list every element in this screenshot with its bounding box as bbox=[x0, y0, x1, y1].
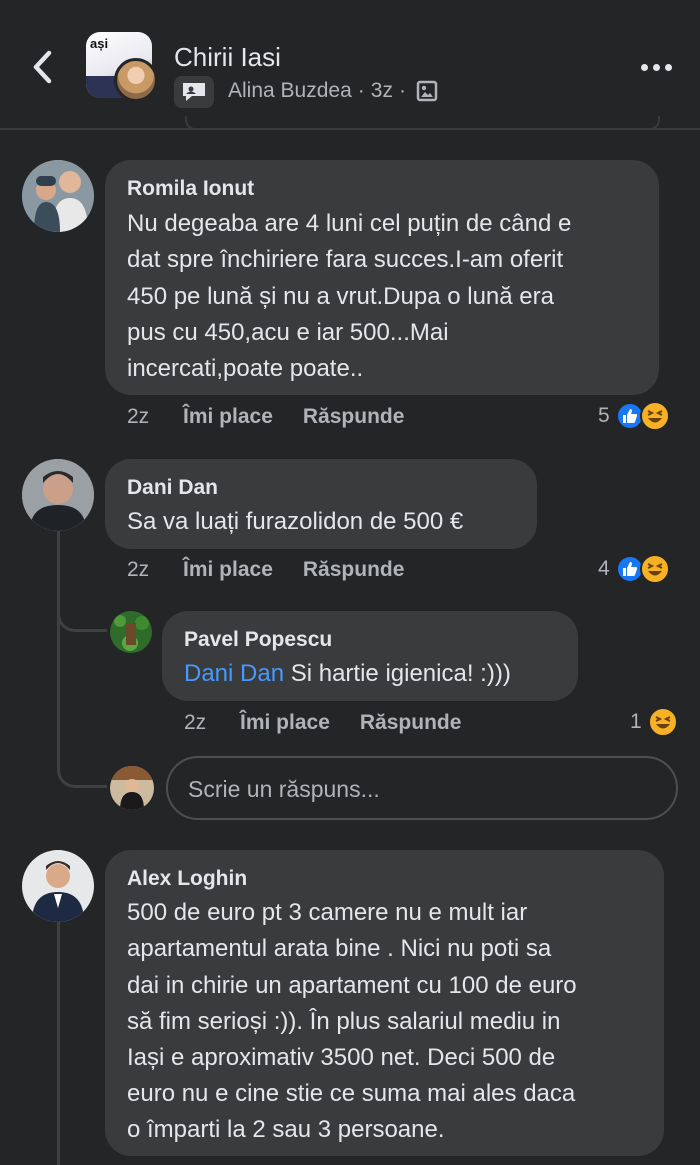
haha-icon bbox=[639, 401, 670, 431]
post-author[interactable]: Alina Buzdea bbox=[228, 79, 352, 103]
comment-line: apartamentul arata bine . Nici nu poti s… bbox=[127, 935, 552, 962]
like-button[interactable]: Îmi place bbox=[183, 558, 273, 582]
mention-link[interactable]: Dani Dan bbox=[184, 660, 284, 687]
more-options-button[interactable] bbox=[634, 54, 678, 80]
reaction-count: 4 bbox=[598, 557, 610, 580]
comment-line: să fim serioși :)). În plus salariul med… bbox=[127, 1008, 561, 1035]
comment-time[interactable]: 2z bbox=[127, 558, 183, 582]
haha-icon bbox=[647, 707, 678, 737]
reply-actions: 2z Îmi place Răspunde bbox=[184, 711, 461, 735]
comment-actions: 2z Îmi place Răspunde bbox=[127, 558, 404, 582]
avatar-pavel-popescu[interactable] bbox=[110, 611, 152, 653]
comment-text: Sa va luați furazolidon de 500 € bbox=[127, 508, 464, 535]
like-button[interactable]: Îmi place bbox=[183, 405, 273, 429]
avatar-dani-dan[interactable] bbox=[22, 459, 94, 531]
post-time[interactable]: 3z bbox=[371, 79, 393, 103]
reply-input-container[interactable] bbox=[166, 756, 678, 820]
comment-time[interactable]: 2z bbox=[127, 405, 183, 429]
thread-connector bbox=[57, 752, 107, 788]
reply-text: Dani Dan Si hartie igienica! :))) bbox=[184, 660, 511, 687]
comment-line: Nu degeaba are 4 luni cel puțin de când … bbox=[127, 210, 572, 237]
thread-line bbox=[57, 530, 60, 765]
reply-input[interactable] bbox=[188, 772, 658, 806]
thread-connector bbox=[57, 600, 107, 632]
group-title[interactable]: Chirii Iasi bbox=[174, 42, 281, 73]
comment-line: pus cu 450,acu e iar 500...Mai bbox=[127, 319, 449, 346]
comment-line: incercati,poate poate.. bbox=[127, 355, 364, 382]
reaction-summary[interactable]: 5 bbox=[598, 401, 670, 431]
reaction-summary[interactable]: 4 bbox=[598, 554, 670, 584]
post-meta: Alina Buzdea · 3z · bbox=[228, 79, 438, 103]
avatar-romila-ionut[interactable] bbox=[22, 160, 94, 232]
chevron-left-icon bbox=[33, 50, 52, 84]
comment-line: dai in chirie un apartament cu 100 de eu… bbox=[127, 972, 577, 999]
my-avatar[interactable] bbox=[110, 766, 154, 810]
thread-line bbox=[57, 920, 60, 1165]
reply-time[interactable]: 2z bbox=[184, 711, 240, 735]
comment-line: Iași e aproximativ 3500 net. Deci 500 de bbox=[127, 1044, 556, 1071]
comment-line: euro nu e cine stie ce suma mai ales dac… bbox=[127, 1080, 576, 1107]
group-thumbnail-text: ași bbox=[90, 36, 109, 51]
reply-button[interactable]: Răspunde bbox=[303, 405, 405, 429]
reaction-summary[interactable]: 1 bbox=[630, 707, 678, 737]
comment-author[interactable]: Alex Loghin bbox=[127, 867, 247, 891]
post-header: ași Chirii Iasi Alina Buzdea · 3z · bbox=[0, 0, 700, 130]
avatar-alex-loghin[interactable] bbox=[22, 850, 94, 922]
comment-actions: 2z Îmi place Răspunde bbox=[127, 405, 404, 429]
reaction-count: 1 bbox=[630, 710, 642, 733]
reply-author[interactable]: Pavel Popescu bbox=[184, 628, 332, 652]
back-button[interactable] bbox=[22, 45, 62, 89]
group-chat-icon bbox=[174, 76, 214, 108]
haha-icon bbox=[639, 554, 670, 584]
comment-author[interactable]: Dani Dan bbox=[127, 476, 218, 500]
reaction-count: 5 bbox=[598, 404, 610, 427]
photo-icon bbox=[416, 80, 438, 102]
comment-line: o împarti la 2 sau 3 persoane. bbox=[127, 1116, 445, 1143]
comment-line: dat spre închiriere fara succes.I-am ofe… bbox=[127, 246, 564, 273]
header-divider bbox=[0, 128, 700, 130]
like-button[interactable]: Îmi place bbox=[240, 711, 330, 735]
reply-button[interactable]: Răspunde bbox=[303, 558, 405, 582]
poster-avatar[interactable] bbox=[114, 58, 158, 102]
comment-author[interactable]: Romila Ionut bbox=[127, 177, 254, 201]
comment-line: 450 pe lună și nu a vrut.Dupa o lună era bbox=[127, 283, 554, 310]
reply-button[interactable]: Răspunde bbox=[360, 711, 462, 735]
comment-line: 500 de euro pt 3 camere nu e mult iar bbox=[127, 899, 528, 926]
